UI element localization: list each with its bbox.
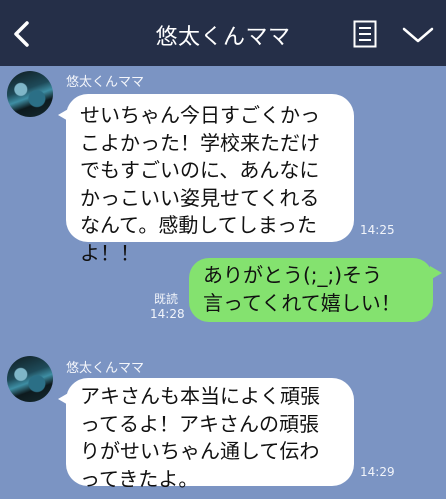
bubble-tail xyxy=(58,392,70,406)
message-time: 14:25 xyxy=(360,223,395,237)
message-line: せいちゃん今日すごくかっ xyxy=(80,103,320,127)
bubble-tail xyxy=(430,266,442,280)
message-line: でもすごいのに、あんなに xyxy=(80,158,320,182)
message-line: りがせいちゃん通して伝わ xyxy=(80,439,320,463)
message-line: ってきたよ。 xyxy=(80,466,199,491)
message-bubble-outgoing[interactable]: ありがとう(;_;)そう 言ってくれて嬉しい！ xyxy=(189,258,442,322)
message-line: ありがとう(;_;)そう xyxy=(203,263,383,287)
message-bubble-incoming[interactable]: せいちゃん今日すごくかっ こよかった！学校来ただけ でもすごいのに、あんなに か… xyxy=(58,94,354,265)
avatar[interactable] xyxy=(7,356,53,402)
bubble-tail xyxy=(58,108,70,122)
chevron-down-icon[interactable] xyxy=(402,26,434,44)
sender-name: 悠太くんママ xyxy=(66,361,145,376)
read-receipt: 既読 14:28 xyxy=(150,292,185,322)
message-line: かっこいい姿見せてくれる xyxy=(80,185,320,210)
message-line: 言ってくれて嬉しい！ xyxy=(203,290,401,315)
chat-header: 悠太くんママ xyxy=(0,0,446,66)
notes-icon[interactable] xyxy=(353,20,377,48)
chat-title: 悠太くんママ xyxy=(155,25,291,50)
avatar[interactable] xyxy=(7,71,53,117)
read-label: 既読 xyxy=(153,292,178,306)
sender-name: 悠太くんママ xyxy=(66,75,145,90)
message-time: 14:28 xyxy=(150,307,185,321)
message-line: なんて。感動してしまった xyxy=(80,213,317,237)
message-time: 14:29 xyxy=(360,465,395,479)
message-line: こよかった！学校来ただけ xyxy=(80,130,320,155)
message-line: アキさんも本当によく頑張 xyxy=(80,384,320,408)
message-bubble-incoming[interactable]: アキさんも本当によく頑張 ってるよ！アキさんの頑張 りがせいちゃん通して伝わ っ… xyxy=(58,378,354,491)
message-line: ってるよ！アキさんの頑張 xyxy=(80,411,319,436)
